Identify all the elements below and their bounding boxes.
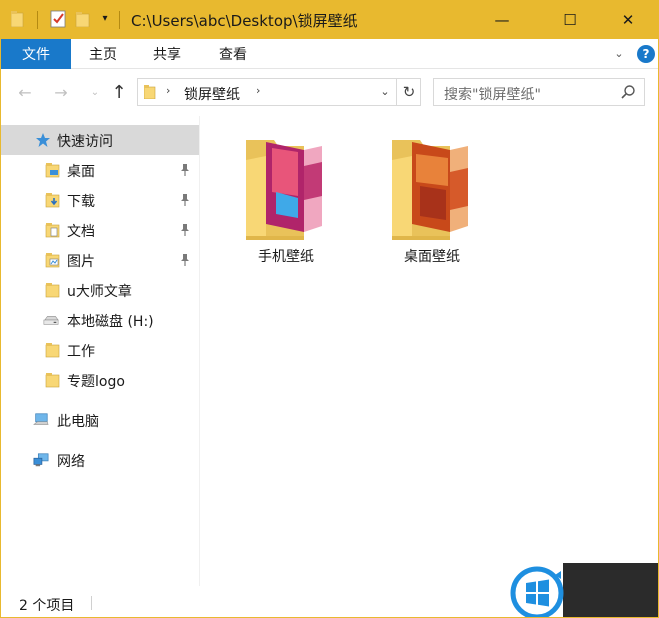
network-icon	[33, 453, 49, 467]
desktop-folder-icon	[45, 163, 60, 178]
back-button[interactable]: ←	[15, 82, 35, 102]
documents-folder-icon	[45, 223, 60, 238]
sidebar-item-quick-access[interactable]: 快速访问	[1, 125, 199, 155]
maximize-button[interactable]: ☐	[547, 1, 593, 39]
sidebar-item-network[interactable]: 网络	[1, 445, 199, 475]
new-folder-icon[interactable]	[75, 11, 91, 27]
folder-icon	[11, 11, 24, 27]
recent-locations-chevron-icon[interactable]: ⌄	[85, 82, 105, 102]
ribbon-tabs: 文件 主页 共享 查看 ⌄ ?	[1, 39, 658, 69]
sidebar-item-documents[interactable]: 文档	[1, 215, 199, 245]
help-icon[interactable]: ?	[637, 45, 655, 63]
file-list: 手机壁纸 桌面壁纸	[200, 116, 658, 586]
search-icon[interactable]	[620, 84, 636, 100]
qat-dropdown-icon[interactable]: ▾	[99, 11, 111, 27]
windows-logo-icon	[510, 566, 564, 617]
picture-folder-icon	[392, 140, 468, 240]
close-button[interactable]: ✕	[605, 1, 651, 39]
pin-icon[interactable]	[179, 193, 191, 207]
picture-folder-icon	[246, 140, 322, 240]
folder-item-desktop-wallpapers[interactable]: 桌面壁纸	[372, 136, 492, 266]
navigation-pane: 快速访问 桌面 下载 文档 图片 u大师文章 本地磁盘 (H:) 工作 专题lo…	[1, 116, 199, 586]
downloads-folder-icon	[45, 193, 60, 208]
folder-icon	[144, 85, 156, 99]
folder-icon	[45, 343, 60, 358]
sidebar-item-work[interactable]: 工作	[1, 335, 199, 365]
sidebar-item-label: 此电脑	[57, 414, 99, 430]
folder-icon	[45, 373, 60, 388]
navigation-bar: ← → ⌄ ↑ › 锁屏壁纸 › ⌄ ↻ 搜索"锁屏壁纸"	[1, 70, 658, 116]
sidebar-item-topic-logo[interactable]: 专题logo	[1, 365, 199, 395]
drive-icon	[43, 316, 59, 325]
sidebar-item-label: 工作	[67, 344, 95, 360]
star-icon	[36, 133, 50, 147]
folder-item-phone-wallpapers[interactable]: 手机壁纸	[226, 136, 346, 266]
pictures-folder-icon	[45, 253, 60, 268]
window-title: C:\Users\abc\Desktop\锁屏壁纸	[131, 12, 358, 30]
breadcrumb-segment[interactable]: 锁屏壁纸	[184, 84, 240, 104]
status-separator	[91, 596, 92, 610]
sidebar-item-this-pc[interactable]: 此电脑	[1, 405, 199, 435]
breadcrumb-separator-icon[interactable]: ›	[166, 84, 170, 97]
minimize-button[interactable]: —	[479, 1, 525, 39]
sidebar-item-label: u大师文章	[67, 284, 132, 300]
folder-name: 手机壁纸	[258, 249, 314, 265]
sidebar-item-label: 桌面	[67, 164, 95, 180]
computer-icon	[33, 413, 49, 425]
tab-view[interactable]: 查看	[219, 39, 247, 69]
breadcrumb-separator-icon[interactable]: ›	[256, 84, 260, 97]
address-dropdown-icon[interactable]: ⌄	[376, 83, 394, 101]
sidebar-item-u-master-articles[interactable]: u大师文章	[1, 275, 199, 305]
tab-share[interactable]: 共享	[153, 39, 181, 69]
sidebar-item-desktop[interactable]: 桌面	[1, 155, 199, 185]
properties-icon[interactable]	[49, 10, 67, 28]
sidebar-item-label: 专题logo	[67, 374, 125, 390]
forward-button[interactable]: →	[51, 82, 71, 102]
sidebar-item-downloads[interactable]: 下载	[1, 185, 199, 215]
sidebar-item-pictures[interactable]: 图片	[1, 245, 199, 275]
sidebar-item-local-disk-h[interactable]: 本地磁盘 (H:)	[1, 305, 199, 335]
qat-separator	[37, 11, 38, 29]
folder-icon	[45, 283, 60, 298]
folder-name: 桌面壁纸	[404, 249, 460, 265]
watermark-background	[563, 563, 658, 617]
sidebar-item-label: 快速访问	[57, 134, 113, 150]
title-bar[interactable]: ▾ C:\Users\abc\Desktop\锁屏壁纸 — ☐ ✕	[1, 1, 658, 39]
sidebar-item-label: 图片	[67, 254, 95, 270]
pin-icon[interactable]	[179, 223, 191, 237]
refresh-button[interactable]: ↻	[396, 79, 421, 105]
up-button[interactable]: ↑	[109, 82, 129, 103]
search-box[interactable]: 搜索"锁屏壁纸"	[433, 78, 645, 106]
search-input[interactable]: 搜索"锁屏壁纸"	[444, 84, 541, 104]
pin-icon[interactable]	[179, 253, 191, 267]
sidebar-item-label: 文档	[67, 224, 95, 240]
address-bar[interactable]: › 锁屏壁纸 › ⌄ ↻	[137, 78, 421, 106]
expand-ribbon-chevron-icon[interactable]: ⌄	[611, 46, 627, 62]
watermark-logo	[507, 561, 658, 617]
explorer-window: ▾ C:\Users\abc\Desktop\锁屏壁纸 — ☐ ✕ 文件 主页 …	[0, 0, 659, 618]
tab-file[interactable]: 文件	[1, 39, 71, 69]
item-count: 2 个项目	[19, 598, 75, 614]
qat-separator	[119, 11, 120, 29]
sidebar-item-label: 网络	[57, 454, 85, 470]
tab-home[interactable]: 主页	[89, 39, 117, 69]
sidebar-item-label: 本地磁盘 (H:)	[67, 314, 154, 330]
pin-icon[interactable]	[179, 163, 191, 177]
sidebar-item-label: 下载	[67, 194, 95, 210]
